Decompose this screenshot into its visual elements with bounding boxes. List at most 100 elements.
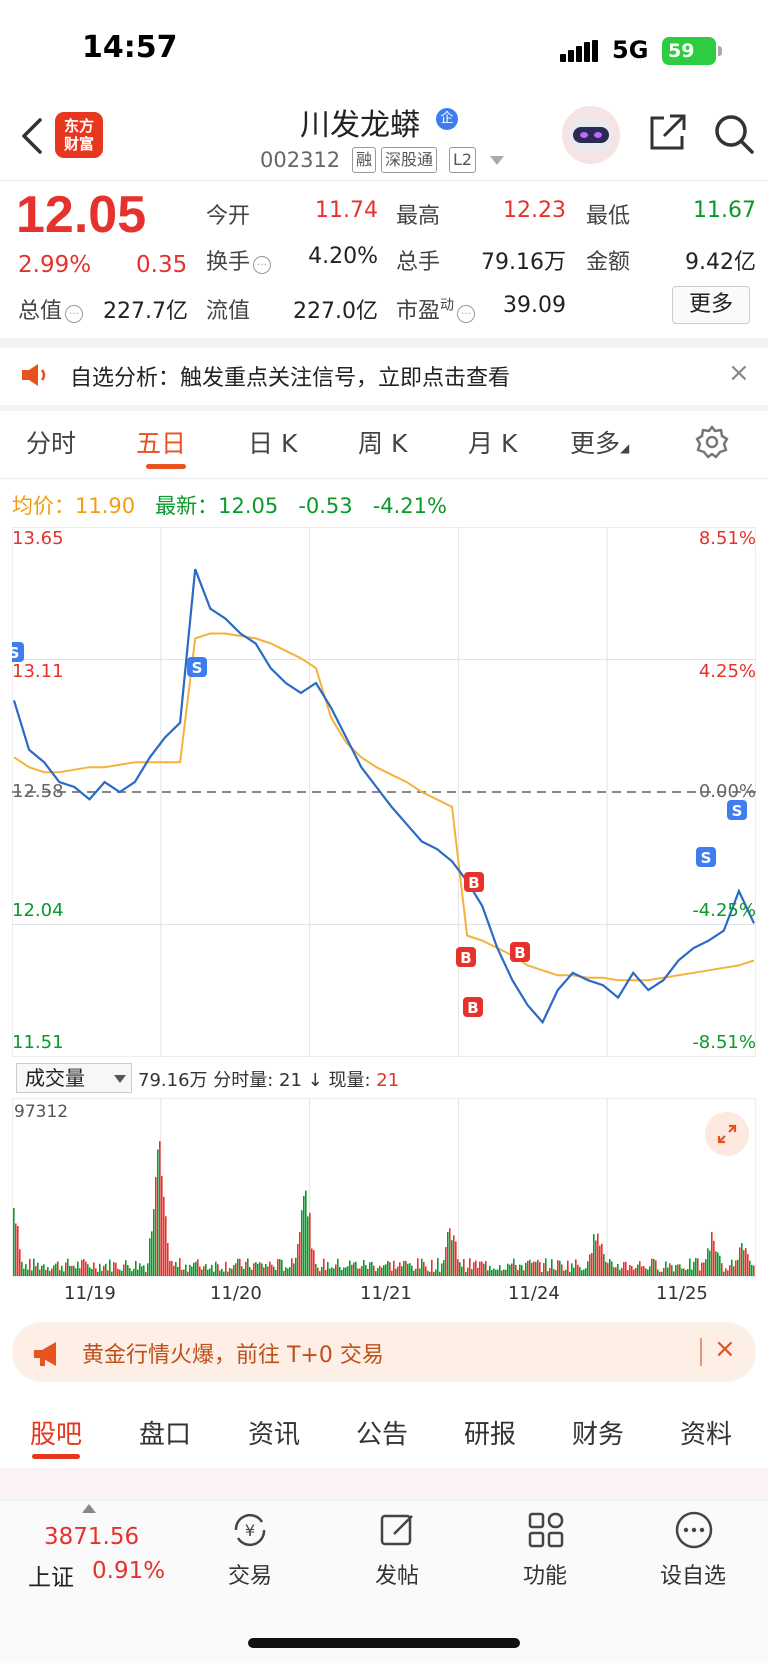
volume-bar — [337, 1258, 339, 1276]
volume-bar — [581, 1270, 583, 1276]
nav-trade-label[interactable]: 交易 — [205, 1558, 295, 1590]
index-pct[interactable]: 0.91% — [92, 1558, 165, 1584]
volume-bar — [591, 1252, 593, 1276]
close-icon[interactable]: × — [714, 1334, 736, 1364]
volume-chart[interactable] — [12, 1098, 756, 1278]
promo-text[interactable]: 黄金行情火爆，前往 T+0 交易 — [82, 1337, 384, 1369]
more-dots-icon[interactable] — [674, 1510, 714, 1550]
volume-bar — [521, 1265, 523, 1276]
volume-bar — [357, 1268, 359, 1276]
tab-intraday[interactable]: 分时 — [26, 424, 76, 460]
volume-bar — [47, 1267, 49, 1276]
tab-research[interactable]: 研报 — [464, 1414, 516, 1451]
volume-bar — [51, 1268, 53, 1276]
y-tick-left: 12.58 — [12, 781, 64, 802]
tab-profile[interactable]: 资料 — [680, 1414, 732, 1451]
nav-post-label[interactable]: 发帖 — [352, 1558, 442, 1590]
expand-icon[interactable] — [705, 1112, 749, 1156]
tab-news[interactable]: 资讯 — [248, 1414, 300, 1451]
volume-bar — [153, 1209, 155, 1276]
chevron-up-icon[interactable] — [82, 1504, 96, 1513]
volume-bar — [519, 1264, 521, 1276]
volume-bar — [391, 1270, 393, 1276]
volume-bar — [531, 1262, 533, 1276]
tab-monthly-k[interactable]: 月 K — [468, 424, 517, 460]
index-value[interactable]: 3871.56 — [44, 1524, 139, 1550]
trade-marker: B — [463, 997, 483, 1017]
nav-functions-label[interactable]: 功能 — [500, 1558, 590, 1590]
chevron-down-icon[interactable] — [114, 1075, 126, 1083]
volume-bar — [701, 1262, 703, 1276]
volume-bar — [123, 1264, 125, 1276]
volume-bar — [103, 1265, 105, 1276]
volume-bar — [417, 1258, 419, 1276]
y-tick-right: -4.25% — [692, 900, 756, 921]
share-icon[interactable] — [646, 112, 688, 154]
gear-icon[interactable] — [694, 424, 730, 460]
megaphone-icon — [34, 1342, 56, 1366]
yen-exchange-icon[interactable]: ¥ — [228, 1510, 272, 1550]
volume-bar — [75, 1268, 77, 1276]
abs-change: 0.35 — [136, 252, 188, 278]
volume-bar — [745, 1248, 747, 1276]
back-arrow-icon[interactable] — [18, 116, 48, 156]
volume-bar — [643, 1266, 645, 1276]
grid-apps-icon[interactable] — [526, 1510, 566, 1550]
volume-bar — [255, 1262, 257, 1276]
chevron-down-icon[interactable] — [490, 156, 504, 165]
volume-bar — [409, 1263, 411, 1276]
alert-text[interactable]: 自选分析：触发重点关注信号，立即点击查看 — [70, 360, 510, 392]
volume-bar — [293, 1263, 295, 1276]
volume-bar — [339, 1267, 341, 1276]
tab-five-day[interactable]: 五日 — [136, 424, 186, 460]
volume-bar — [109, 1259, 111, 1276]
search-icon[interactable] — [712, 112, 756, 156]
volume-bar — [505, 1269, 507, 1276]
volume-bar — [161, 1176, 163, 1276]
index-name[interactable]: 上证 — [28, 1558, 74, 1592]
volume-bar — [61, 1265, 63, 1276]
tab-more[interactable]: 更多◢ — [570, 424, 629, 460]
info-icon[interactable]: … — [65, 305, 84, 323]
volume-bar — [641, 1266, 643, 1276]
edit-post-icon[interactable] — [378, 1510, 418, 1550]
volume-bar — [253, 1263, 255, 1276]
volume-bar — [365, 1265, 367, 1276]
volume-bar — [191, 1266, 193, 1276]
volume-bar — [107, 1270, 109, 1276]
more-quote-button[interactable]: 更多 — [672, 286, 750, 324]
tab-weekly-k[interactable]: 周 K — [358, 424, 407, 460]
volume-bar — [465, 1271, 467, 1276]
tab-order-book[interactable]: 盘口 — [139, 1414, 191, 1451]
volume-bar — [697, 1258, 699, 1276]
volume-bar — [295, 1257, 297, 1276]
volume-bar — [579, 1267, 581, 1276]
tab-financials[interactable]: 财务 — [572, 1414, 624, 1451]
nav-watchlist-label[interactable]: 设自选 — [648, 1558, 738, 1590]
tab-announcements[interactable]: 公告 — [356, 1414, 408, 1451]
volume-bar — [627, 1270, 629, 1276]
info-icon[interactable]: … — [253, 256, 272, 274]
volume-bar — [751, 1264, 753, 1276]
volume-bar — [493, 1268, 495, 1276]
volume-bar — [637, 1264, 639, 1276]
volume-bar — [671, 1265, 673, 1276]
volume-bar — [301, 1210, 303, 1276]
info-icon[interactable]: … — [457, 305, 476, 323]
volume-bar — [717, 1252, 719, 1276]
volume-bar — [489, 1265, 491, 1276]
volume-bar — [317, 1267, 319, 1276]
assistant-robot-icon[interactable] — [562, 106, 620, 164]
price-chart[interactable]: S S B B B B S S — [12, 527, 756, 1057]
volume-bar — [223, 1271, 225, 1276]
volume-bar — [363, 1259, 365, 1276]
trade-marker-label: S — [192, 659, 203, 677]
close-icon[interactable]: × — [728, 358, 750, 388]
volume-bar — [323, 1258, 325, 1276]
volume-bar — [615, 1267, 617, 1276]
tab-forum[interactable]: 股吧 — [30, 1414, 82, 1451]
header-divider — [0, 180, 768, 181]
volume-bar — [371, 1261, 373, 1276]
tab-daily-k[interactable]: 日 K — [248, 424, 297, 460]
volume-bar — [675, 1265, 677, 1276]
